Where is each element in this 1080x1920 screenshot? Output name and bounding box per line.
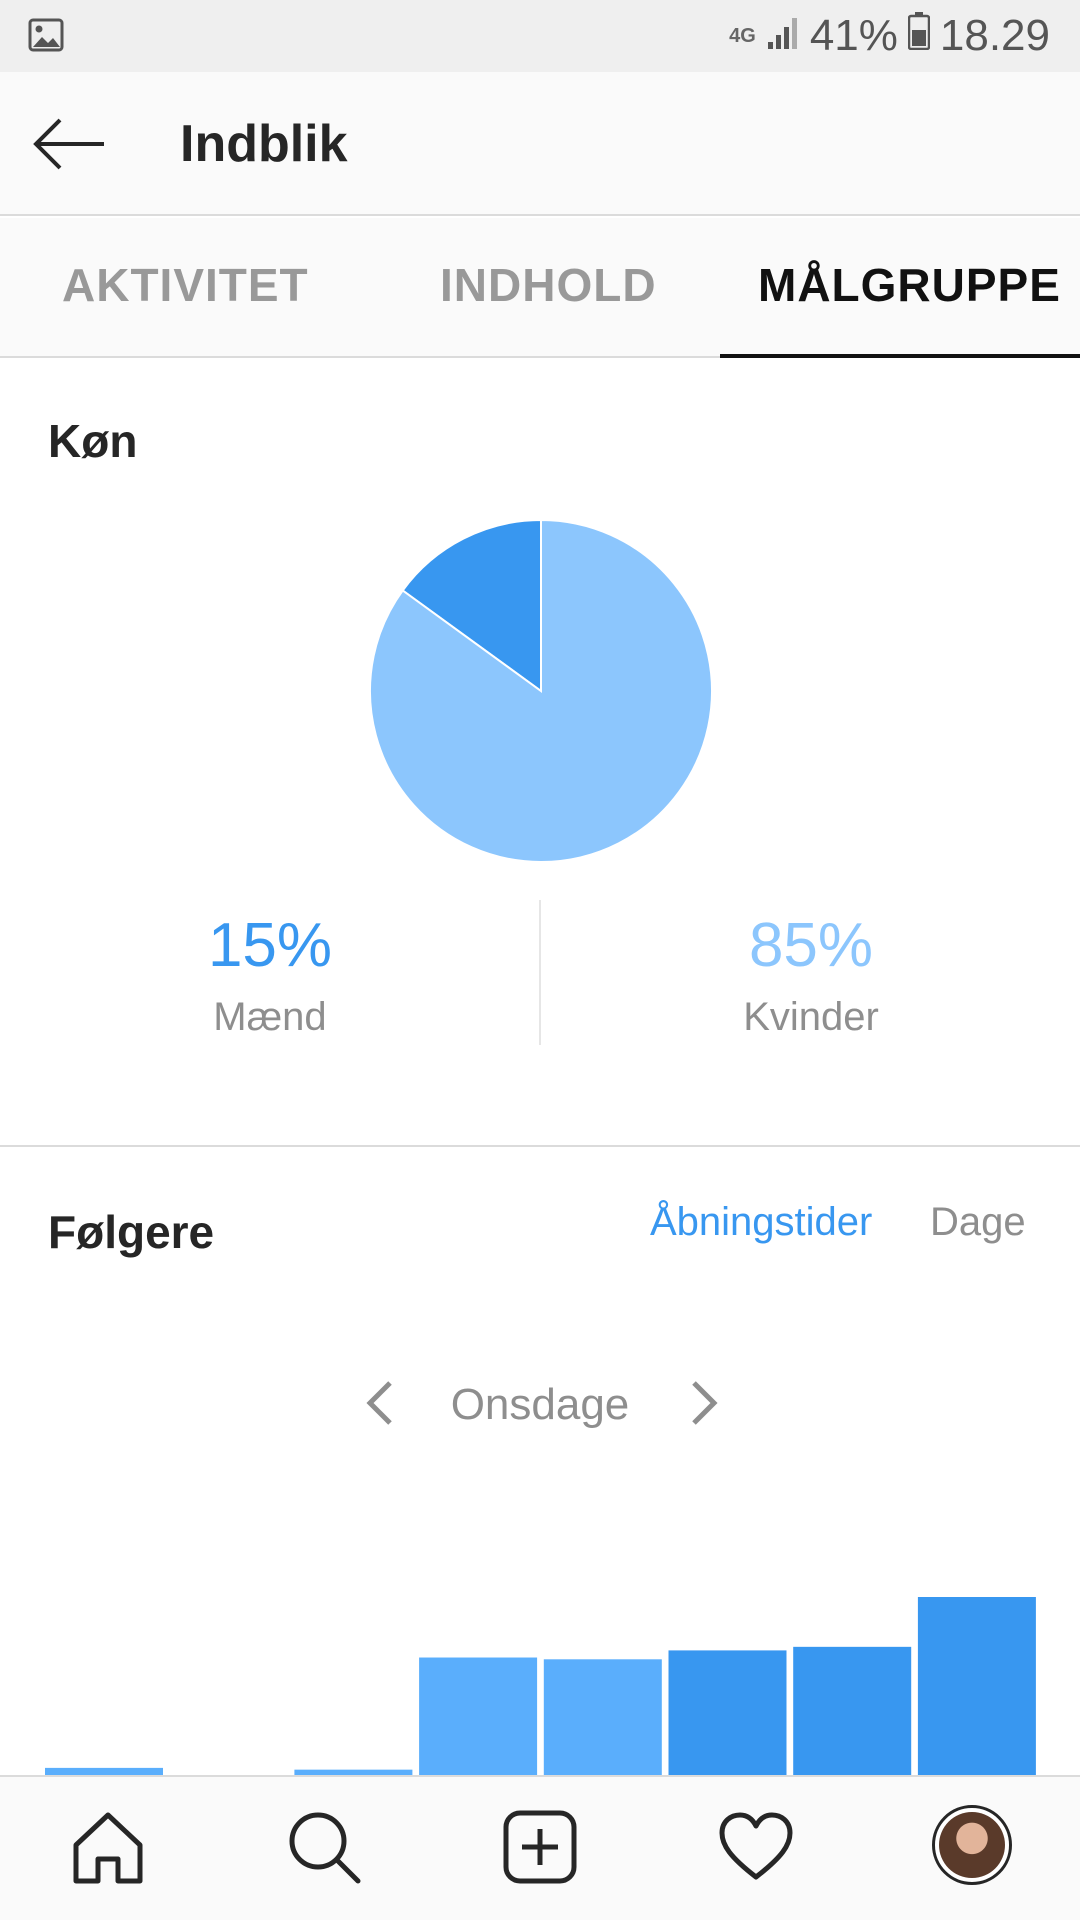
battery-percent: 41% <box>809 11 898 60</box>
tab-content[interactable]: INDHOLD <box>440 258 657 312</box>
previous-day-button[interactable] <box>362 1375 398 1436</box>
search-icon <box>289 1812 361 1884</box>
filter-opening-hours[interactable]: Åbningstider <box>650 1200 872 1245</box>
tab-bar: AKTIVITET INDHOLD MÅLGRUPPE <box>0 218 1080 358</box>
bar-7 <box>793 1646 912 1775</box>
image-notification-icon <box>28 18 64 57</box>
tab-activity[interactable]: AKTIVITET <box>62 258 309 312</box>
section-divider <box>0 1145 1080 1147</box>
gender-pie-chart <box>369 518 713 863</box>
tab-audience[interactable]: MÅLGRUPPE <box>758 258 1061 312</box>
chevron-left-icon <box>366 1381 392 1425</box>
stat-divider <box>539 900 541 1045</box>
bar-4 <box>419 1657 538 1775</box>
home-icon <box>73 1812 143 1884</box>
day-label: Onsdage <box>450 1380 630 1429</box>
women-percent: 85% <box>748 911 874 980</box>
filter-days[interactable]: Dage <box>930 1200 1026 1245</box>
women-label: Kvinder <box>743 995 879 1039</box>
next-day-button[interactable] <box>686 1375 722 1436</box>
followers-title: Følgere <box>48 1206 215 1258</box>
activity-button[interactable] <box>716 1807 796 1887</box>
search-button[interactable] <box>284 1807 364 1887</box>
bar-5 <box>543 1659 662 1775</box>
active-tab-indicator <box>720 354 1080 358</box>
page-title: Indblik <box>180 115 348 173</box>
status-bar: 4G 41% 18.29 <box>0 0 1080 72</box>
followers-bar-chart <box>45 1597 1036 1775</box>
chevron-right-icon <box>692 1381 718 1425</box>
profile-avatar[interactable] <box>932 1805 1012 1885</box>
signal-icon <box>766 11 800 61</box>
bar-1 <box>45 1767 163 1775</box>
back-button[interactable] <box>30 112 110 176</box>
avatar-image <box>939 1812 1005 1878</box>
arrow-left-icon <box>33 118 104 170</box>
add-post-button[interactable] <box>500 1807 580 1887</box>
bar-8 <box>917 1597 1036 1775</box>
bottom-navigation <box>0 1775 1080 1920</box>
battery-icon <box>907 11 931 61</box>
gender-title: Køn <box>48 415 138 467</box>
men-label: Mænd <box>213 995 327 1039</box>
add-post-icon <box>503 1810 577 1884</box>
app-bar: Indblik <box>0 72 1080 216</box>
home-button[interactable] <box>68 1807 148 1887</box>
clock: 18.29 <box>939 11 1050 60</box>
bar-6 <box>668 1650 787 1775</box>
heart-icon <box>719 1812 793 1880</box>
men-percent: 15% <box>207 911 333 980</box>
network-type: 4G <box>729 25 756 47</box>
